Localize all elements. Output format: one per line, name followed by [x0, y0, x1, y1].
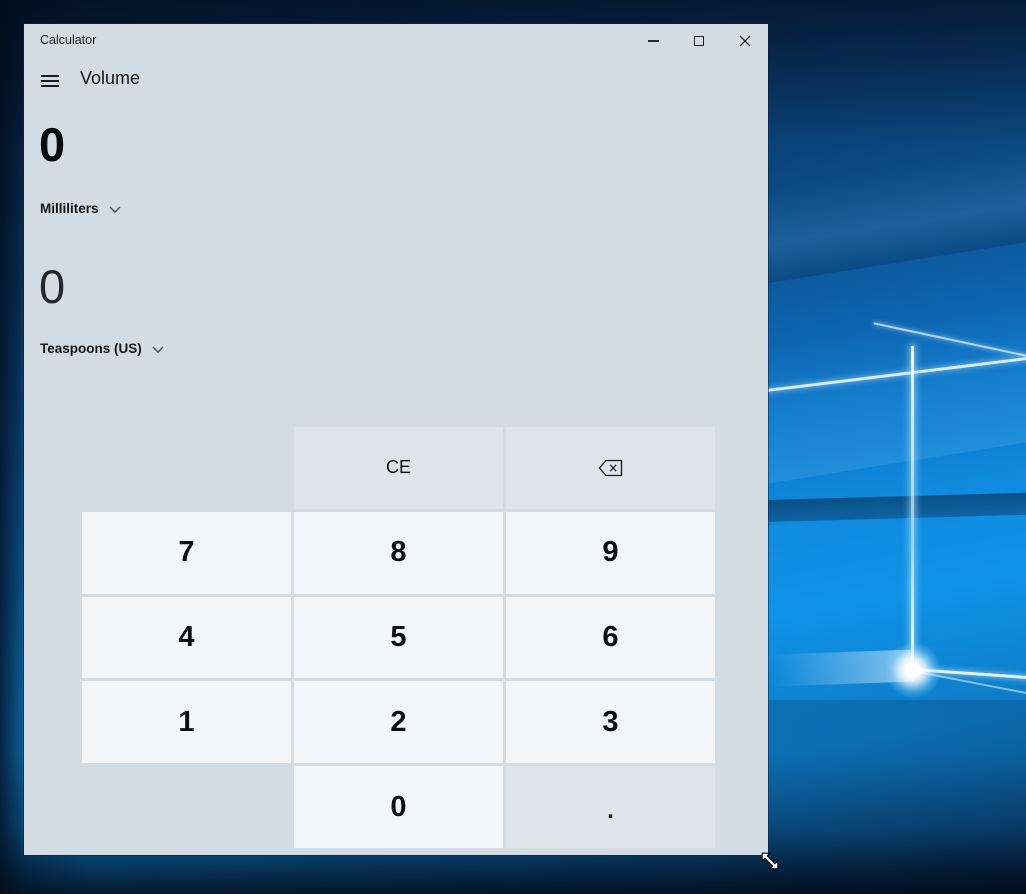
- digit-key-2[interactable]: 2: [294, 681, 503, 763]
- keypad-spacer: [82, 427, 291, 509]
- window-title: Calculator: [40, 33, 96, 47]
- window-controls: [630, 24, 768, 58]
- converter-value-from[interactable]: 0: [39, 120, 65, 169]
- digit-key-6[interactable]: 6: [506, 597, 715, 679]
- digit-key-4[interactable]: 4: [82, 597, 291, 679]
- backspace-icon: [598, 459, 623, 477]
- digit-key-7[interactable]: 7: [82, 512, 291, 594]
- digit-key-5[interactable]: 5: [294, 597, 503, 679]
- light-node-glow: [885, 642, 941, 698]
- hamburger-menu-button[interactable]: [38, 69, 62, 93]
- maximize-button[interactable]: [676, 24, 722, 58]
- minimize-button[interactable]: [630, 24, 676, 58]
- keypad: CE 7 8 9 4 5 6 1 2 3 0 .: [82, 427, 715, 848]
- close-button[interactable]: [722, 24, 768, 58]
- converter-value-to[interactable]: 0: [39, 262, 65, 311]
- unit-to-label: Teaspoons (US): [40, 341, 142, 356]
- minimize-icon: [648, 40, 659, 41]
- floor-shade: [768, 700, 1026, 870]
- clear-entry-key[interactable]: CE: [294, 427, 503, 509]
- unit-from-dropdown[interactable]: Milliliters: [40, 201, 121, 216]
- title-bar[interactable]: Calculator: [24, 24, 768, 58]
- decimal-key[interactable]: .: [506, 766, 715, 848]
- page-title: Volume: [80, 68, 140, 89]
- calculator-window: Calculator Volume 0 Milliliters 0: [24, 24, 768, 855]
- hamburger-icon: [41, 75, 59, 77]
- backspace-key[interactable]: [506, 427, 715, 509]
- digit-key-3[interactable]: 3: [506, 681, 715, 763]
- unit-from-label: Milliliters: [40, 201, 99, 216]
- resize-nwse-cursor-icon: [758, 849, 783, 874]
- maximize-icon: [694, 36, 704, 46]
- chevron-down-icon: [109, 206, 121, 214]
- digit-key-9[interactable]: 9: [506, 512, 715, 594]
- digit-key-1[interactable]: 1: [82, 681, 291, 763]
- light-ray-vertical: [911, 346, 914, 672]
- digit-key-0[interactable]: 0: [294, 766, 503, 848]
- keypad-spacer: [82, 766, 291, 848]
- close-icon: [739, 35, 751, 47]
- unit-to-dropdown[interactable]: Teaspoons (US): [40, 341, 164, 356]
- chevron-down-icon: [152, 346, 164, 354]
- digit-key-8[interactable]: 8: [294, 512, 503, 594]
